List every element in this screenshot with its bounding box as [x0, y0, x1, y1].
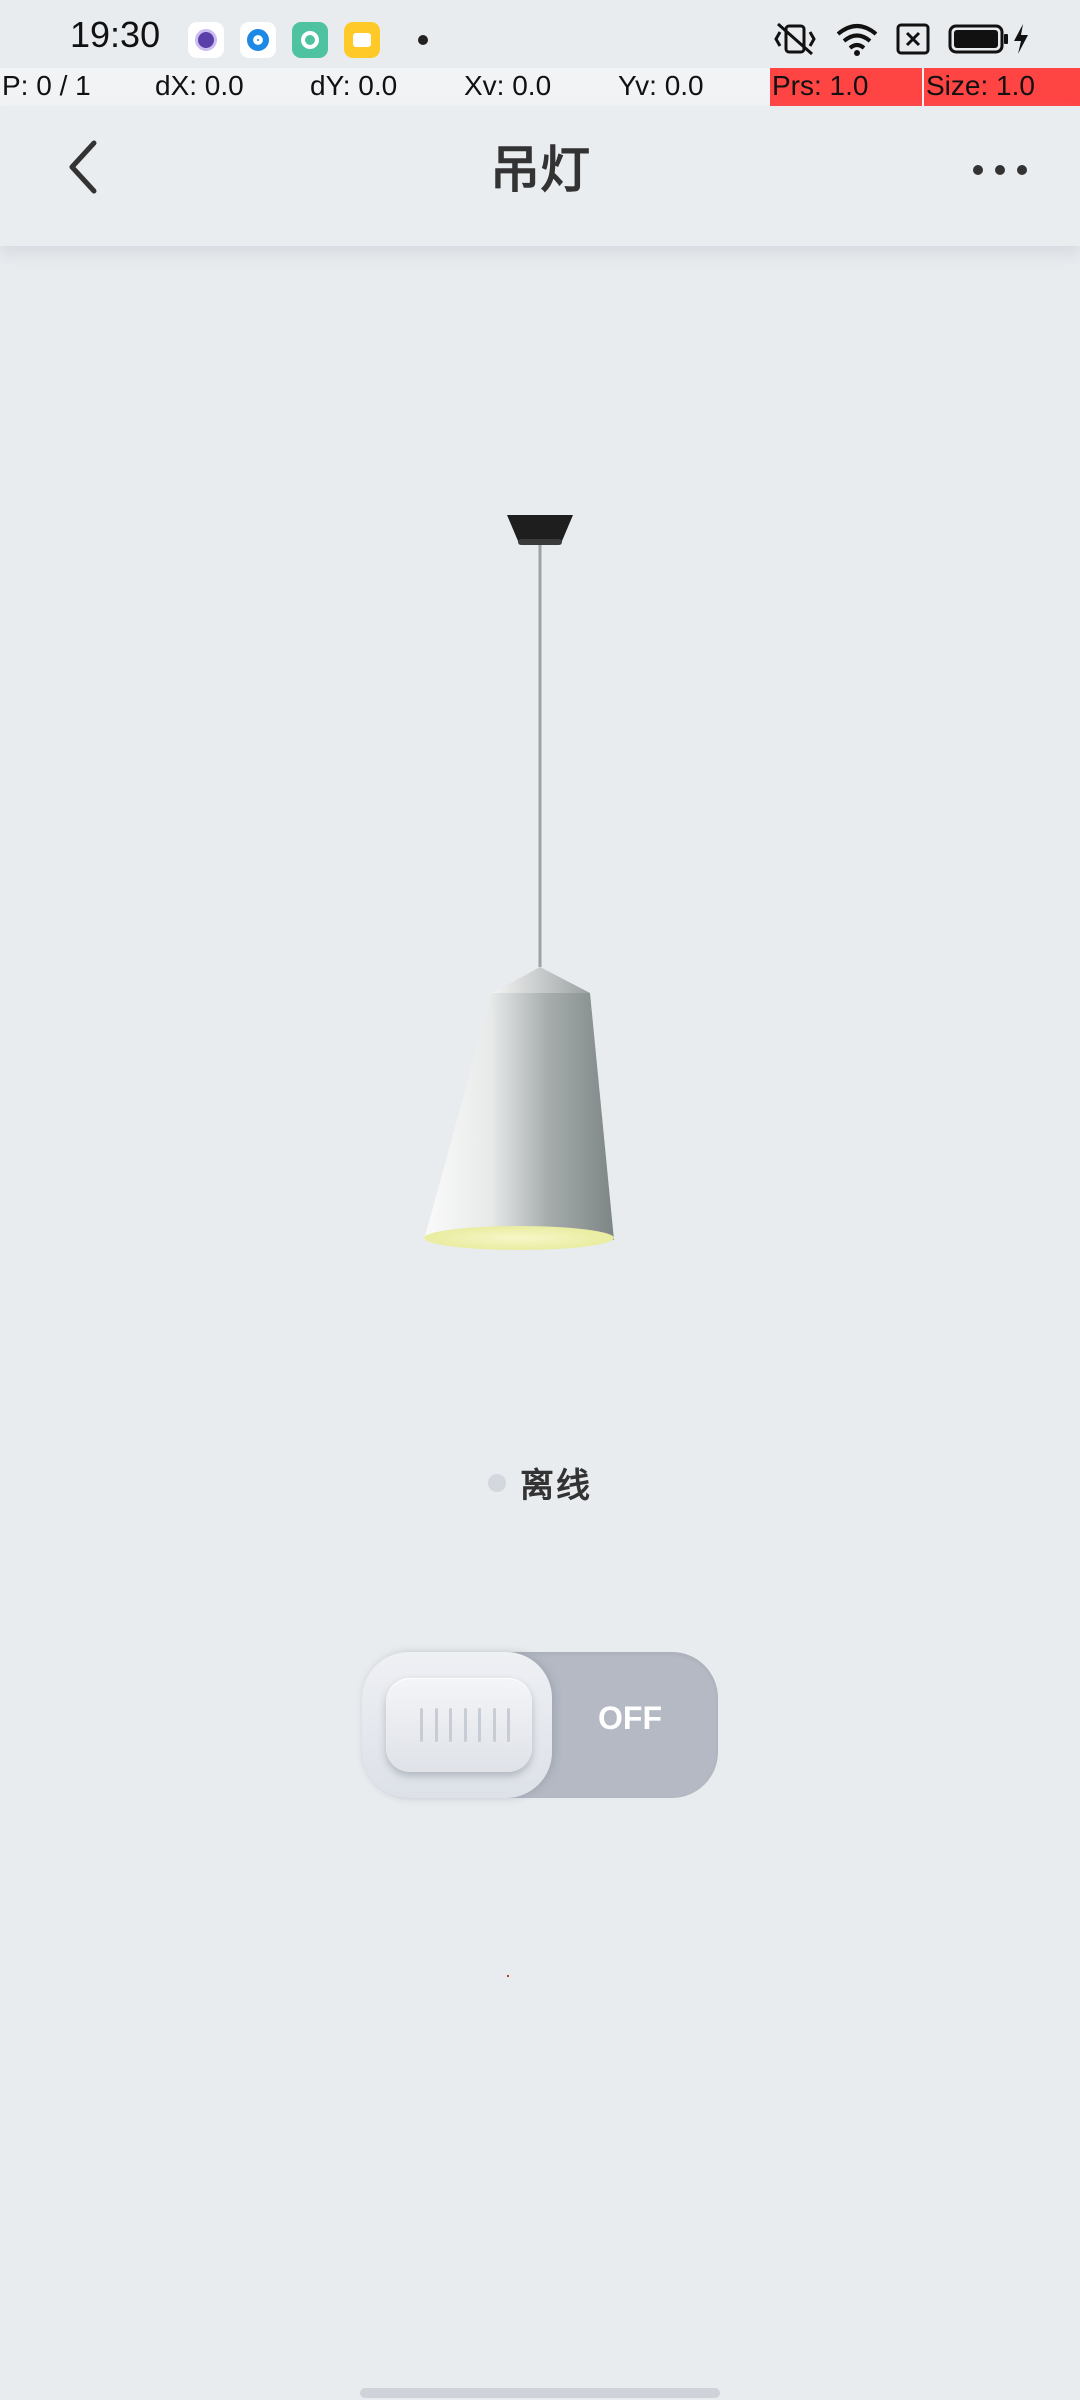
power-switch[interactable]: OFF: [362, 1652, 718, 1798]
pointer-debug-bar: P: 0 / 1 dX: 0.0 dY: 0.0 Xv: 0.0 Yv: 0.0…: [0, 68, 1080, 106]
grip-lines-icon: [420, 1708, 510, 1742]
more-options-button[interactable]: [970, 140, 1030, 200]
status-bar: 19:30: [0, 0, 1080, 70]
device-status: 离线: [0, 1458, 1080, 1507]
charging-icon: [1014, 24, 1028, 54]
device-status-text: 离线: [520, 1466, 592, 1506]
wifi-icon: [836, 24, 878, 56]
home-indicator[interactable]: [360, 2388, 720, 2398]
switch-knob[interactable]: [386, 1678, 532, 1772]
sim-disabled-icon: [896, 23, 930, 55]
offline-indicator-dot: [488, 1473, 506, 1492]
status-time: 19:30: [70, 14, 161, 55]
camera-app-icon: [292, 22, 328, 58]
battery-icon: [948, 24, 1008, 54]
system-icons: [772, 22, 1030, 56]
more-horizontal-icon: [973, 165, 1027, 175]
switch-knob-housing: [362, 1652, 552, 1798]
switch-state-label: OFF: [598, 1700, 662, 1736]
app-header: 吊灯: [0, 106, 1080, 246]
pendant-lamp-image: [424, 515, 614, 1250]
vpn-app-icon: [188, 22, 224, 58]
debug-dy: dY: 0.0: [310, 70, 398, 101]
vibrate-mute-icon: [774, 22, 816, 56]
more-notifications-icon: [418, 35, 428, 45]
debug-size: Size: 1.0: [924, 68, 1080, 106]
debug-dx: dX: 0.0: [155, 70, 244, 101]
debug-xv: Xv: 0.0: [464, 70, 552, 101]
debug-pointer-count: P: 0 / 1: [2, 70, 91, 101]
debug-yv: Yv: 0.0: [618, 70, 704, 101]
browser-app-icon: [240, 22, 276, 58]
debug-pressure: Prs: 1.0: [770, 68, 922, 106]
notification-icons: [188, 22, 428, 58]
touch-point-marker: [507, 1975, 509, 1977]
notes-app-icon: [344, 22, 380, 58]
page-title: 吊灯: [490, 141, 590, 199]
